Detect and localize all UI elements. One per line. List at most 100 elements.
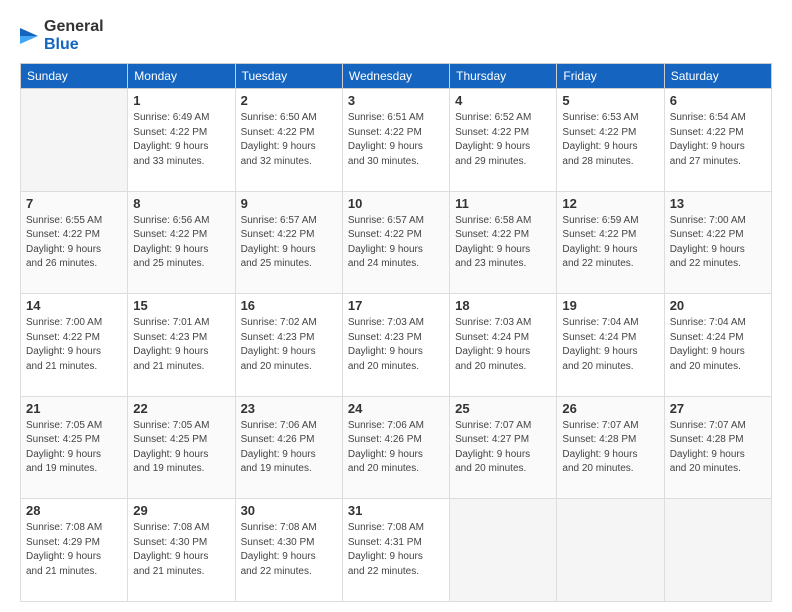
day-info: Sunrise: 6:54 AM Sunset: 4:22 PM Dayligh… bbox=[670, 111, 766, 169]
day-info: Sunrise: 6:50 AM Sunset: 4:22 PM Dayligh… bbox=[241, 111, 337, 169]
day-info: Sunrise: 7:05 AM Sunset: 4:25 PM Dayligh… bbox=[133, 419, 229, 477]
day-number: 4 bbox=[455, 93, 551, 108]
day-info: Sunrise: 7:07 AM Sunset: 4:28 PM Dayligh… bbox=[670, 419, 766, 477]
day-number: 13 bbox=[670, 196, 766, 211]
day-info: Sunrise: 7:08 AM Sunset: 4:29 PM Dayligh… bbox=[26, 521, 122, 579]
calendar-cell: 2Sunrise: 6:50 AM Sunset: 4:22 PM Daylig… bbox=[235, 89, 342, 192]
week-row-0: 1Sunrise: 6:49 AM Sunset: 4:22 PM Daylig… bbox=[21, 89, 772, 192]
calendar-cell: 3 Sunrise: 6:51 AM Sunset: 4:22 PM Daylig… bbox=[342, 89, 449, 192]
calendar-cell: 27 Sunrise: 7:07 AM Sunset: 4:28 PM Dayli… bbox=[664, 396, 771, 499]
logo-line1: General bbox=[44, 18, 104, 36]
day-info: Sunrise: 7:00 AM Sunset: 4:22 PM Dayligh… bbox=[670, 214, 766, 272]
day-number: 31 bbox=[348, 503, 444, 518]
day-info: Sunrise: 7:06 AM Sunset: 4:26 PM Dayligh… bbox=[348, 419, 444, 477]
col-header-wednesday: Wednesday bbox=[342, 64, 449, 89]
day-number: 22 bbox=[133, 401, 229, 416]
day-info: Sunrise: 7:08 AM Sunset: 4:30 PM Dayligh… bbox=[241, 521, 337, 579]
week-row-1: 7Sunrise: 6:55 AM Sunset: 4:22 PM Daylig… bbox=[21, 191, 772, 294]
col-header-monday: Monday bbox=[128, 64, 235, 89]
day-number: 18 bbox=[455, 298, 551, 313]
day-info: Sunrise: 7:08 AM Sunset: 4:31 PM Dayligh… bbox=[348, 521, 444, 579]
week-row-3: 21 Sunrise: 7:05 AM Sunset: 4:25 PM Dayli… bbox=[21, 396, 772, 499]
calendar-cell: 9 Sunrise: 6:57 AM Sunset: 4:22 PM Daylig… bbox=[235, 191, 342, 294]
day-info: Sunrise: 6:51 AM Sunset: 4:22 PM Dayligh… bbox=[348, 111, 444, 169]
day-info: Sunrise: 6:57 AM Sunset: 4:22 PM Dayligh… bbox=[348, 214, 444, 272]
logo-line2: Blue bbox=[44, 36, 104, 54]
week-row-2: 14Sunrise: 7:00 AM Sunset: 4:22 PM Dayli… bbox=[21, 294, 772, 397]
calendar-cell: 22 Sunrise: 7:05 AM Sunset: 4:25 PM Dayli… bbox=[128, 396, 235, 499]
day-info: Sunrise: 7:07 AM Sunset: 4:28 PM Dayligh… bbox=[562, 419, 658, 477]
day-number: 30 bbox=[241, 503, 337, 518]
header: GeneralBlue bbox=[20, 18, 772, 53]
day-number: 11 bbox=[455, 196, 551, 211]
calendar-table: SundayMondayTuesdayWednesdayThursdayFrid… bbox=[20, 63, 772, 602]
day-number: 25 bbox=[455, 401, 551, 416]
day-number: 29 bbox=[133, 503, 229, 518]
day-number: 5 bbox=[562, 93, 658, 108]
day-number: 21 bbox=[26, 401, 122, 416]
day-number: 10 bbox=[348, 196, 444, 211]
day-info: Sunrise: 6:55 AM Sunset: 4:22 PM Dayligh… bbox=[26, 214, 122, 272]
day-number: 28 bbox=[26, 503, 122, 518]
header-row: SundayMondayTuesdayWednesdayThursdayFrid… bbox=[21, 64, 772, 89]
col-header-sunday: Sunday bbox=[21, 64, 128, 89]
calendar-cell: 1Sunrise: 6:49 AM Sunset: 4:22 PM Daylig… bbox=[128, 89, 235, 192]
calendar-cell: 25 Sunrise: 7:07 AM Sunset: 4:27 PM Dayli… bbox=[450, 396, 557, 499]
col-header-thursday: Thursday bbox=[450, 64, 557, 89]
calendar-cell: 13 Sunrise: 7:00 AM Sunset: 4:22 PM Dayli… bbox=[664, 191, 771, 294]
col-header-saturday: Saturday bbox=[664, 64, 771, 89]
calendar-cell: 15Sunrise: 7:01 AM Sunset: 4:23 PM Dayli… bbox=[128, 294, 235, 397]
calendar-cell: 17Sunrise: 7:03 AM Sunset: 4:23 PM Dayli… bbox=[342, 294, 449, 397]
calendar-cell: 28 Sunrise: 7:08 AM Sunset: 4:29 PM Dayli… bbox=[21, 499, 128, 602]
calendar-cell: 18 Sunrise: 7:03 AM Sunset: 4:24 PM Dayli… bbox=[450, 294, 557, 397]
calendar-cell: 11 Sunrise: 6:58 AM Sunset: 4:22 PM Dayli… bbox=[450, 191, 557, 294]
day-info: Sunrise: 6:56 AM Sunset: 4:22 PM Dayligh… bbox=[133, 214, 229, 272]
calendar-cell: 10 Sunrise: 6:57 AM Sunset: 4:22 PM Dayli… bbox=[342, 191, 449, 294]
logo-arrow-icon bbox=[20, 22, 38, 50]
calendar-cell: 5Sunrise: 6:53 AM Sunset: 4:22 PM Daylig… bbox=[557, 89, 664, 192]
day-info: Sunrise: 7:08 AM Sunset: 4:30 PM Dayligh… bbox=[133, 521, 229, 579]
day-number: 26 bbox=[562, 401, 658, 416]
day-info: Sunrise: 6:52 AM Sunset: 4:22 PM Dayligh… bbox=[455, 111, 551, 169]
day-info: Sunrise: 7:03 AM Sunset: 4:23 PM Dayligh… bbox=[348, 316, 444, 374]
calendar-cell: 19 Sunrise: 7:04 AM Sunset: 4:24 PM Dayli… bbox=[557, 294, 664, 397]
day-info: Sunrise: 7:04 AM Sunset: 4:24 PM Dayligh… bbox=[670, 316, 766, 374]
day-info: Sunrise: 7:04 AM Sunset: 4:24 PM Dayligh… bbox=[562, 316, 658, 374]
calendar-cell: 30 Sunrise: 7:08 AM Sunset: 4:30 PM Dayli… bbox=[235, 499, 342, 602]
day-number: 1 bbox=[133, 93, 229, 108]
day-number: 19 bbox=[562, 298, 658, 313]
day-number: 14 bbox=[26, 298, 122, 313]
day-info: Sunrise: 6:57 AM Sunset: 4:22 PM Dayligh… bbox=[241, 214, 337, 272]
calendar-cell bbox=[664, 499, 771, 602]
calendar-cell bbox=[450, 499, 557, 602]
calendar-cell: 21 Sunrise: 7:05 AM Sunset: 4:25 PM Dayli… bbox=[21, 396, 128, 499]
calendar-cell: 7Sunrise: 6:55 AM Sunset: 4:22 PM Daylig… bbox=[21, 191, 128, 294]
col-header-tuesday: Tuesday bbox=[235, 64, 342, 89]
day-number: 24 bbox=[348, 401, 444, 416]
week-row-4: 28 Sunrise: 7:08 AM Sunset: 4:29 PM Dayli… bbox=[21, 499, 772, 602]
day-info: Sunrise: 7:05 AM Sunset: 4:25 PM Dayligh… bbox=[26, 419, 122, 477]
calendar-cell: 29 Sunrise: 7:08 AM Sunset: 4:30 PM Dayli… bbox=[128, 499, 235, 602]
col-header-friday: Friday bbox=[557, 64, 664, 89]
day-number: 9 bbox=[241, 196, 337, 211]
day-number: 20 bbox=[670, 298, 766, 313]
calendar-cell: 12Sunrise: 6:59 AM Sunset: 4:22 PM Dayli… bbox=[557, 191, 664, 294]
day-number: 23 bbox=[241, 401, 337, 416]
calendar-cell: 14Sunrise: 7:00 AM Sunset: 4:22 PM Dayli… bbox=[21, 294, 128, 397]
calendar-cell: 26 Sunrise: 7:07 AM Sunset: 4:28 PM Dayli… bbox=[557, 396, 664, 499]
day-info: Sunrise: 6:58 AM Sunset: 4:22 PM Dayligh… bbox=[455, 214, 551, 272]
day-info: Sunrise: 7:02 AM Sunset: 4:23 PM Dayligh… bbox=[241, 316, 337, 374]
day-info: Sunrise: 7:07 AM Sunset: 4:27 PM Dayligh… bbox=[455, 419, 551, 477]
logo: GeneralBlue bbox=[20, 18, 104, 53]
day-info: Sunrise: 7:01 AM Sunset: 4:23 PM Dayligh… bbox=[133, 316, 229, 374]
day-number: 16 bbox=[241, 298, 337, 313]
day-number: 3 bbox=[348, 93, 444, 108]
day-number: 27 bbox=[670, 401, 766, 416]
day-info: Sunrise: 7:03 AM Sunset: 4:24 PM Dayligh… bbox=[455, 316, 551, 374]
calendar-cell: 4 Sunrise: 6:52 AM Sunset: 4:22 PM Daylig… bbox=[450, 89, 557, 192]
calendar-cell: 20 Sunrise: 7:04 AM Sunset: 4:24 PM Dayli… bbox=[664, 294, 771, 397]
day-number: 12 bbox=[562, 196, 658, 211]
calendar-cell bbox=[21, 89, 128, 192]
day-number: 8 bbox=[133, 196, 229, 211]
calendar-cell: 24 Sunrise: 7:06 AM Sunset: 4:26 PM Dayli… bbox=[342, 396, 449, 499]
